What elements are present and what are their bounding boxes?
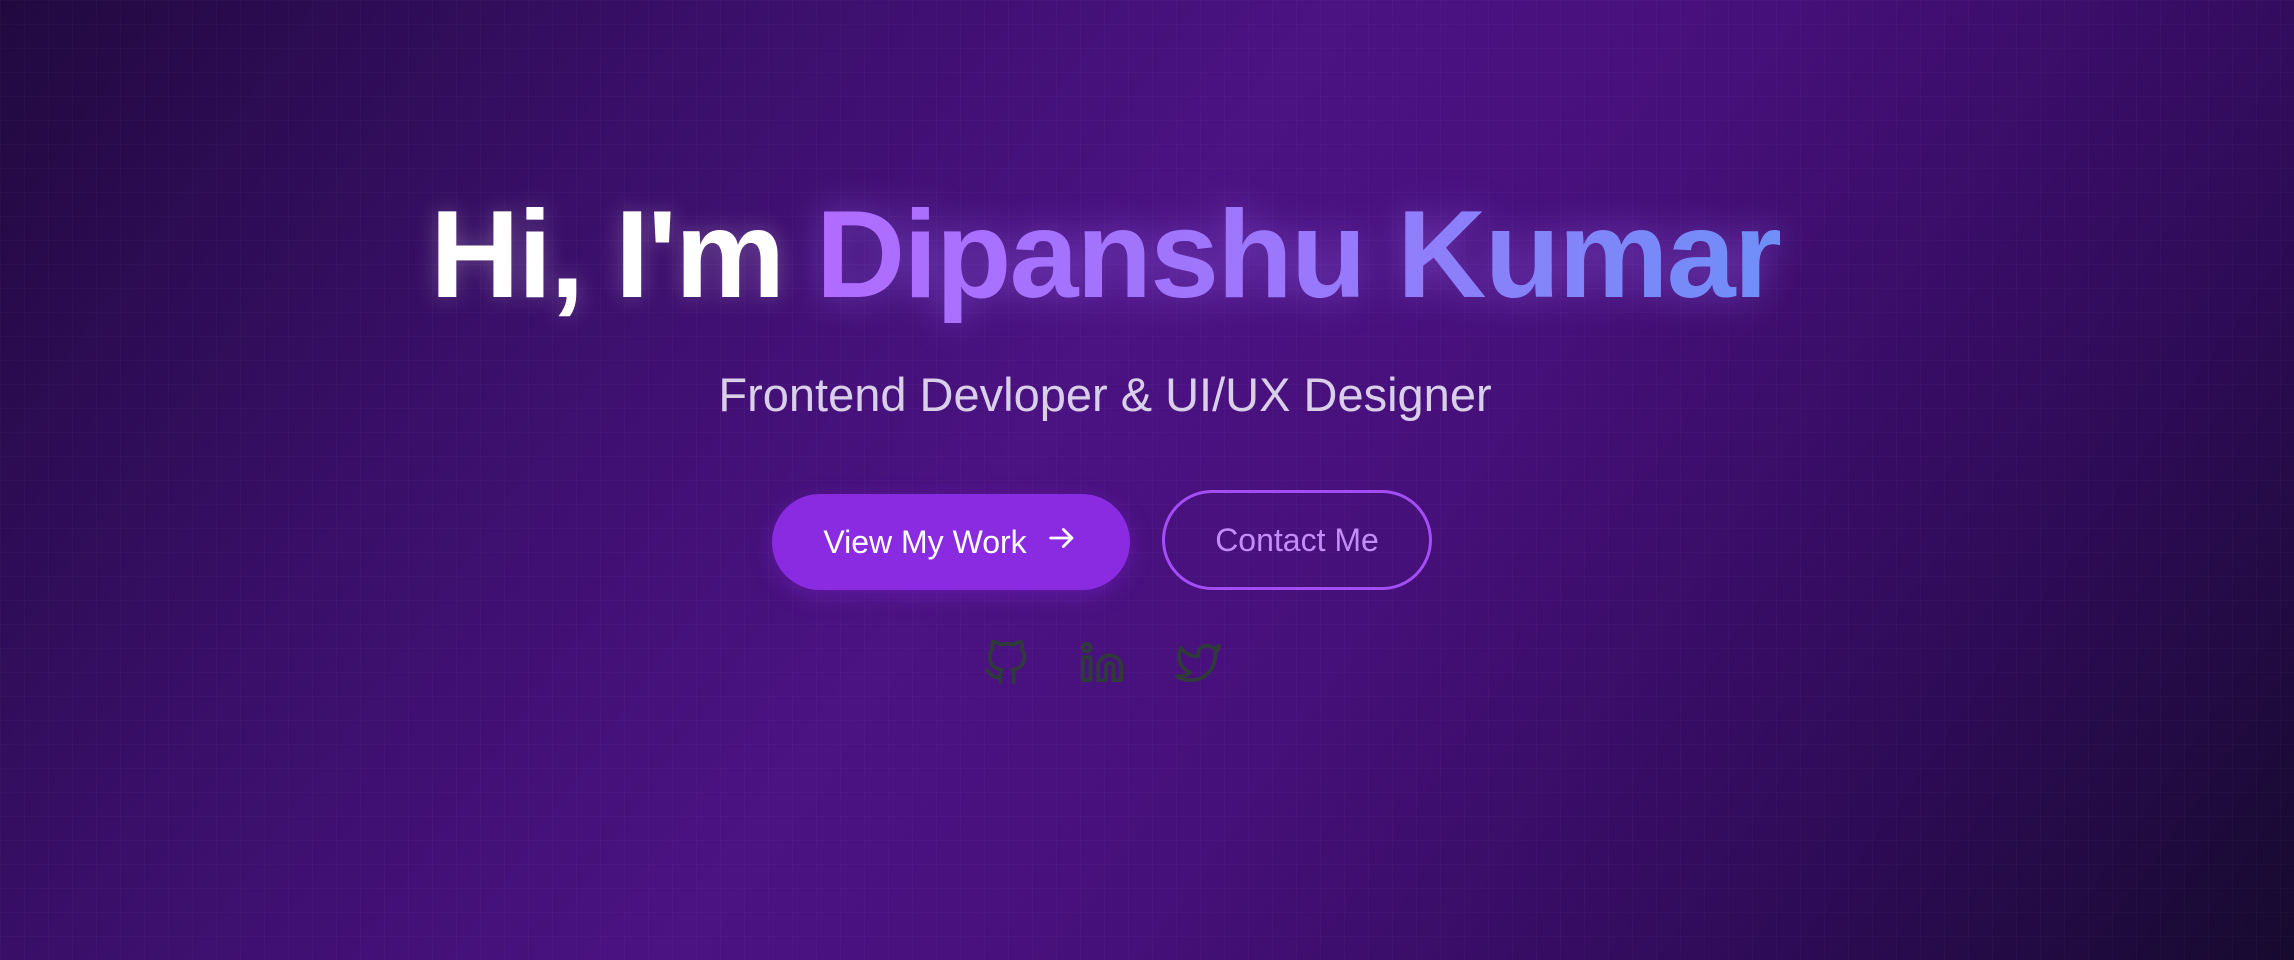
linkedin-icon — [1080, 641, 1124, 683]
linkedin-link[interactable] — [1079, 640, 1125, 686]
twitter-icon — [1175, 643, 1221, 682]
contact-me-button[interactable]: Contact Me — [1162, 490, 1432, 590]
cta-buttons: View My Work Contact Me — [772, 490, 1432, 590]
hero-subtitle: Frontend Devloper & UI/UX Designer — [718, 368, 1492, 421]
view-my-work-label: View My Work — [823, 523, 1027, 560]
social-links — [983, 640, 1221, 686]
hero-section: Hi, I'm Dipanshu Kumar Frontend Devloper… — [0, 0, 2294, 960]
hero-headline: Hi, I'm Dipanshu Kumar — [0, 185, 2210, 325]
github-icon — [984, 640, 1027, 685]
twitter-link[interactable] — [1175, 640, 1221, 686]
arrow-right-icon — [1048, 528, 1073, 548]
github-link[interactable] — [983, 640, 1029, 686]
name-text: Dipanshu Kumar — [815, 186, 1782, 324]
view-my-work-button[interactable]: View My Work — [772, 494, 1130, 590]
greeting-text: Hi, I'm — [430, 186, 816, 324]
